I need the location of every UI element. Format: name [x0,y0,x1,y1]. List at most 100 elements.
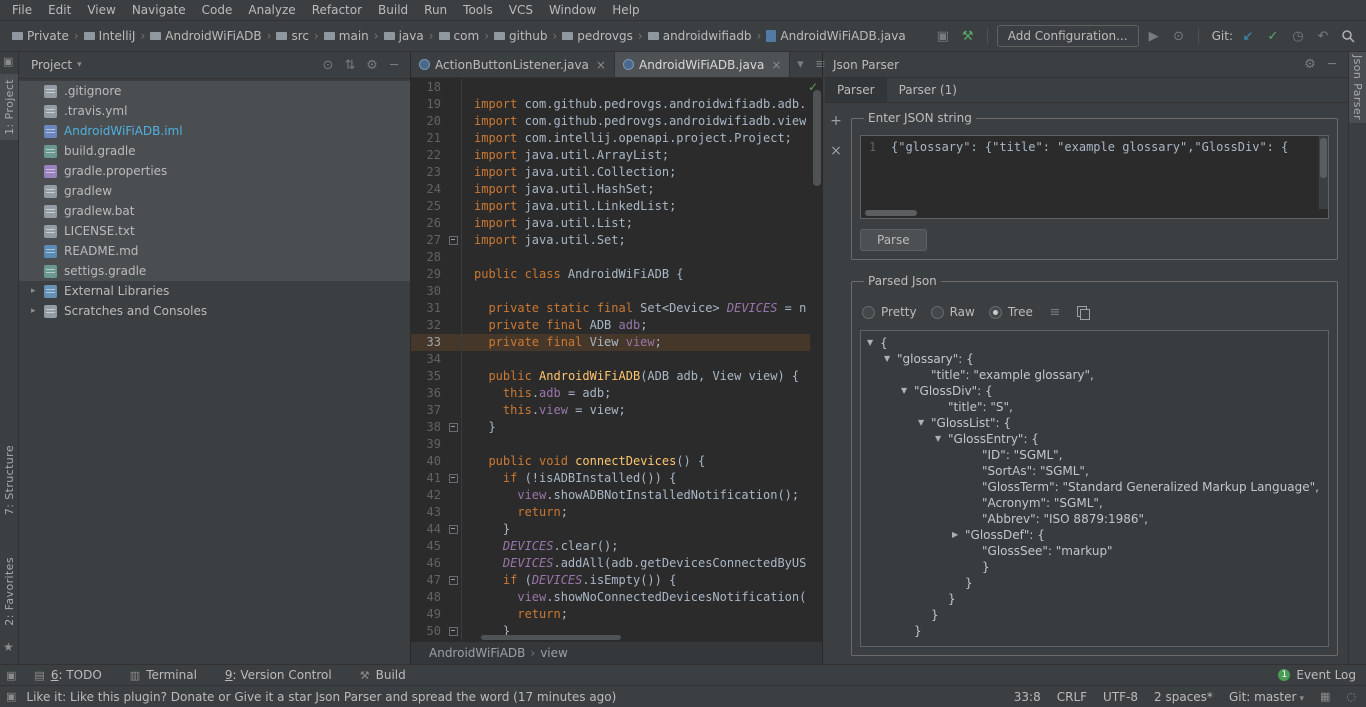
history-icon[interactable]: ◷ [1288,26,1308,46]
json-tree-row[interactable]: "GlossTerm": "Standard Generalized Marku… [861,479,1328,495]
json-tree-row[interactable]: "Acronym": "SGML", [861,495,1328,511]
editor-horizontal-scrollbar[interactable] [481,635,621,640]
json-tree-row[interactable]: } [861,623,1328,639]
breadcrumb-item-androidwifiadb-java[interactable]: AndroidWiFiADB.java [764,29,907,43]
json-tree-row[interactable]: } [861,607,1328,623]
indent-info[interactable]: 2 spaces* [1154,690,1213,704]
add-tab-icon[interactable]: + [830,113,842,129]
close-icon[interactable]: × [596,58,606,72]
fold-marker-icon[interactable] [447,232,462,249]
line-separator[interactable]: CRLF [1057,690,1087,704]
mode-raw[interactable]: Raw [931,305,975,319]
json-tree-row[interactable]: "Abbrev": "ISO 8879:1986", [861,511,1328,527]
tool-button-project[interactable]: 1: Project [0,74,18,140]
hidden-tabs-icon[interactable]: ▾ [790,55,810,75]
json-input-text[interactable]: {"glossary": {"title": "example glossary… [891,140,1312,154]
tool-button-6-todo[interactable]: ▤6: TODO [34,668,101,682]
caret-position[interactable]: 33:8 [1014,690,1041,704]
project-tree-item-gradle-properties[interactable]: gradle.properties [19,161,410,181]
json-tree-row[interactable]: ▼{ [861,335,1328,351]
parser-tab-parser-1[interactable]: Parser (1) [887,78,969,102]
breadcrumb-element-androidwifiadb[interactable]: AndroidWiFiADB [429,646,525,660]
status-message[interactable]: Like it: Like this plugin? Donate or Giv… [26,690,616,704]
input-vertical-scrollbar[interactable] [1318,136,1328,209]
json-tree-row[interactable]: "ID": "SGML", [861,447,1328,463]
tree-toggle-icon[interactable]: ▼ [918,415,931,431]
search-icon[interactable] [1338,26,1358,46]
tool-windows-icon[interactable]: ▣ [6,669,16,682]
breadcrumb-item-src[interactable]: src [274,29,311,43]
mode-tree[interactable]: Tree [989,305,1033,319]
json-tree-row[interactable]: "title": "S", [861,399,1328,415]
json-tree-row[interactable]: } [861,559,1328,575]
parse-button[interactable]: Parse [860,229,927,251]
json-tree-row[interactable]: "title": "example glossary", [861,367,1328,383]
tool-windows-icon[interactable]: ▣ [3,55,13,68]
editor-vertical-scrollbar[interactable] [813,90,821,186]
menu-item-run[interactable]: Run [416,2,455,18]
project-tree-item-travis-yml[interactable]: .travis.yml [19,101,410,121]
preview-icon[interactable]: ▣ [933,26,953,46]
tool-button-build[interactable]: ⚒Build [360,668,406,682]
breadcrumb-item-androidwifiadb[interactable]: androidwifiadb [646,29,754,43]
settings-icon[interactable]: ⚙ [362,55,382,75]
menu-item-code[interactable]: Code [194,2,241,18]
project-tree-item-gradlew[interactable]: gradlew [19,181,410,201]
git-branch[interactable]: Git: master▾ [1229,690,1304,704]
hide-panel-icon[interactable]: ─ [384,55,404,75]
json-tree-row[interactable]: } [861,575,1328,591]
project-tree-item-readme-md[interactable]: README.md [19,241,410,261]
mode-pretty[interactable]: Pretty [862,305,917,319]
menu-item-file[interactable]: File [4,2,40,18]
tool-button-favorites[interactable]: 2: Favorites [0,552,18,631]
menu-item-navigate[interactable]: Navigate [124,2,194,18]
project-tree-item-scratches-and-consoles[interactable]: ▸Scratches and Consoles [19,301,410,321]
breadcrumb-item-androidwifiadb[interactable]: AndroidWiFiADB [148,29,263,43]
hide-panel-icon[interactable]: ─ [1322,55,1342,75]
tree-toggle-icon[interactable]: ▼ [901,383,914,399]
json-tree-row[interactable]: "SortAs": "SGML", [861,463,1328,479]
tree-toggle-icon[interactable]: ▶ [952,527,965,543]
breadcrumb-item-github[interactable]: github [492,29,549,43]
project-tree-item-androidwifiadb-iml[interactable]: AndroidWiFiADB.iml [19,121,410,141]
settings-icon[interactable]: ⚙ [1300,55,1320,75]
close-tab-icon[interactable]: × [830,143,842,159]
file-encoding[interactable]: UTF-8 [1103,690,1138,704]
tree-toggle-icon[interactable]: ▼ [867,335,880,351]
profiler-icon[interactable]: ⊙ [1169,26,1189,46]
tool-button-terminal[interactable]: ▥Terminal [130,668,197,682]
json-tree-row[interactable]: "GlossSee": "markup" [861,543,1328,559]
input-horizontal-scrollbar[interactable] [865,210,917,216]
build-hammer-icon[interactable]: ⚒ [958,26,978,46]
tool-button-9-version-control[interactable]: 9: Version Control [225,668,332,682]
fold-marker-icon[interactable] [447,572,462,589]
breadcrumb-item-pedrovgs[interactable]: pedrovgs [560,29,635,43]
fold-marker-icon[interactable] [447,521,462,538]
scrollbar-thumb[interactable] [1320,138,1327,178]
project-tree-item-gitignore[interactable]: .gitignore [19,81,410,101]
editor-tab-actionbuttonlistener-java[interactable]: ActionButtonListener.java× [411,52,615,77]
tool-button-json-parser[interactable]: Json Parser [1349,52,1366,123]
fold-marker-icon[interactable] [447,470,462,487]
toolwindow-toggle-icon[interactable]: ▣ [6,690,16,703]
close-icon[interactable]: × [771,58,781,72]
breadcrumb-item-private[interactable]: Private [10,29,71,43]
parser-tab-parser[interactable]: Parser [825,78,887,102]
json-tree-row[interactable]: ▼"GlossEntry": { [861,431,1328,447]
breadcrumb-item-main[interactable]: main [322,29,371,43]
tree-toggle-icon[interactable]: ▼ [884,351,897,367]
project-panel-title[interactable]: Project▾ [31,58,82,72]
fold-marker-icon[interactable] [447,419,462,436]
fold-marker-icon[interactable] [447,623,462,640]
breadcrumb-item-intellij[interactable]: IntelliJ [82,29,138,43]
breadcrumb-element-view[interactable]: view [540,646,568,660]
json-input-editor[interactable]: 1 {"glossary": {"title": "example glossa… [860,135,1329,219]
add-configuration-button[interactable]: Add Configuration... [997,25,1139,47]
menu-item-view[interactable]: View [79,2,123,18]
breadcrumb-item-com[interactable]: com [437,29,482,43]
json-tree-row[interactable]: ▶"GlossDef": { [861,527,1328,543]
chevron-right-icon[interactable]: ▸ [31,286,44,296]
run-icon[interactable]: ▶ [1144,26,1164,46]
git-commit-icon[interactable]: ✓ [1263,26,1283,46]
menu-item-vcs[interactable]: VCS [501,2,541,18]
